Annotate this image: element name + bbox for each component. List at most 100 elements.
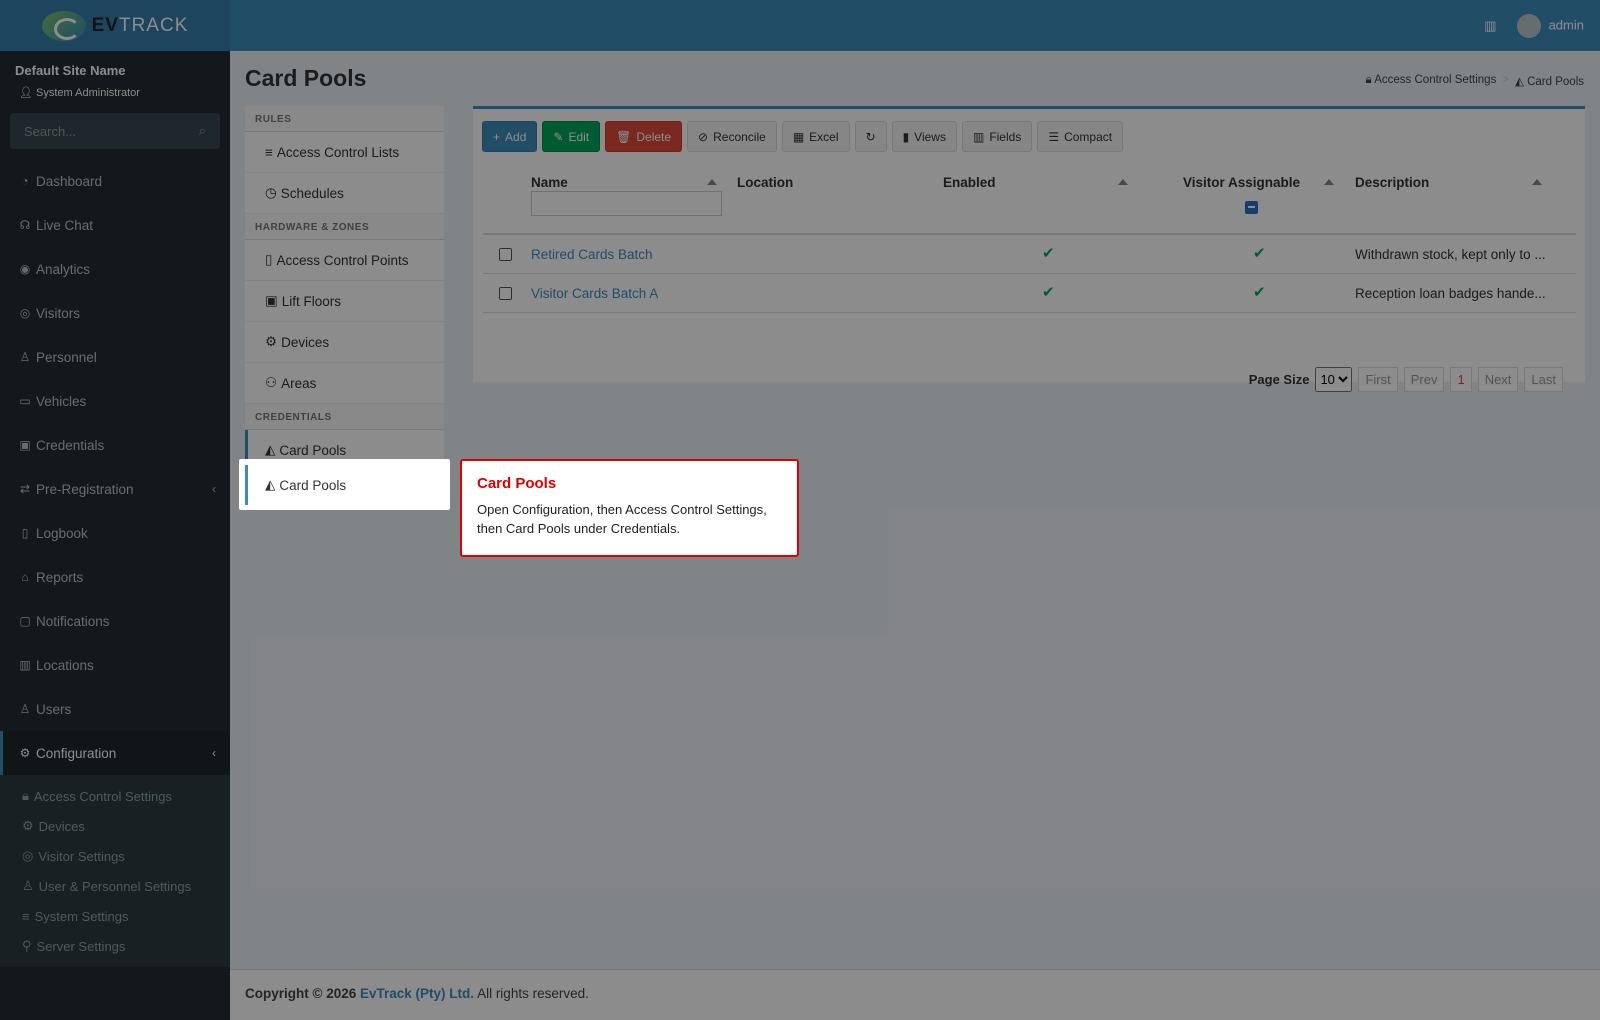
rules-item-lift-floors[interactable]: ▣ Lift Floors	[245, 281, 444, 322]
sort-icon[interactable]	[1532, 179, 1542, 185]
name-filter-input[interactable]	[531, 191, 722, 216]
column-header-description[interactable]: Description	[1355, 175, 1429, 190]
row-checkbox[interactable]	[499, 248, 512, 261]
analytics-icon: ◉	[19, 262, 31, 276]
eye-icon: ◎	[22, 848, 34, 863]
list-icon: ≡	[265, 144, 273, 160]
last-page-button[interactable]: Last	[1524, 367, 1563, 392]
table-icon: ▦	[792, 129, 805, 144]
nav-personnel[interactable]: ♙ Personnel	[0, 335, 230, 379]
reconcile-button[interactable]: ⊘ Reconcile	[687, 121, 777, 152]
breadcrumb-parent[interactable]: 🔒︎ Access Control Settings	[1366, 74, 1497, 88]
building-icon[interactable]: ▥	[1484, 18, 1496, 34]
columns-icon: ▥	[972, 129, 985, 144]
compact-button[interactable]: ☰ Compact	[1037, 121, 1124, 152]
rules-item-schedules[interactable]: ◷ Schedules	[245, 173, 444, 214]
column-header-name[interactable]: Name	[531, 175, 568, 190]
user-menu[interactable]: admin	[1516, 13, 1584, 38]
rules-item-devices[interactable]: ⚙ Devices	[245, 322, 444, 363]
excel-button[interactable]: ▦ Excel	[781, 121, 850, 152]
nav-configuration[interactable]: ⚙ Configuration ‹	[0, 731, 230, 775]
logo[interactable]: EVTRACK	[0, 0, 230, 51]
plus-icon: +	[493, 129, 501, 144]
search-icon[interactable]: ⌕	[199, 123, 206, 139]
user-gear-icon: ♙	[22, 878, 34, 893]
copyright-text: Copyright © 2026	[245, 986, 357, 1001]
lock-icon: 🔒︎	[22, 788, 29, 803]
edit-button[interactable]: ✎ Edit	[542, 121, 601, 152]
nav-notifications[interactable]: ▢ Notifications	[0, 599, 230, 643]
row-name-link[interactable]: Visitor Cards Batch A	[531, 286, 658, 301]
grid-toolbar: + Add ✎ Edit 🗑︎ Delete ⊘ Reconcile ▦ Excel ↻ …	[482, 121, 1124, 152]
row-name-link[interactable]: Retired Cards Batch	[531, 247, 653, 262]
sub-server-settings[interactable]: ⚲ Server Settings	[0, 931, 230, 961]
nav-credentials[interactable]: ▣ Credentials	[0, 423, 230, 467]
configuration-submenu: 🔒︎ Access Control Settings ⚙ Devices ◎ Visi…	[0, 775, 230, 967]
delete-button[interactable]: 🗑︎ Delete	[605, 121, 683, 152]
sort-icon[interactable]	[707, 179, 717, 185]
column-header-location[interactable]: Location	[737, 175, 793, 190]
check-icon: ✔	[1253, 245, 1266, 262]
nav-analytics[interactable]: ◉ Analytics	[0, 247, 230, 291]
sub-visitor-settings[interactable]: ◎ Visitor Settings	[0, 841, 230, 871]
sub-user-personnel-settings[interactable]: ♙ User & Personnel Settings	[0, 871, 230, 901]
section-header-credentials: CREDENTIALS	[245, 404, 444, 430]
site-name: Default Site Name	[15, 63, 126, 78]
sub-devices[interactable]: ⚙ Devices	[0, 811, 230, 841]
nav-vehicles[interactable]: ▭ Vehicles	[0, 379, 230, 423]
headset-icon: ☊	[19, 218, 31, 232]
nav-pre-registration[interactable]: ⇄ Pre-Registration ‹	[0, 467, 230, 511]
breadcrumb-separator: >	[1502, 74, 1510, 86]
highlighted-card-pools-item[interactable]: ◭ Card Pools	[245, 465, 444, 505]
door-icon: ▯	[265, 252, 273, 267]
rules-panel: RULES ≡ Access Control Lists ◷ Schedules H…	[245, 106, 444, 471]
row-description: Withdrawn stock, kept only to ...	[1355, 247, 1546, 262]
visitor-assignable-filter-checkbox[interactable]	[1245, 201, 1258, 214]
logo-mark-icon	[41, 10, 86, 41]
user-icon: 👤︎	[19, 87, 33, 99]
rules-item-areas[interactable]: ⚇ Areas	[245, 363, 444, 404]
refresh-button[interactable]: ↻	[854, 121, 887, 152]
add-button[interactable]: + Add	[482, 121, 538, 152]
tour-tooltip: Card Pools Open Configuration, then Acce…	[460, 459, 799, 557]
sidebar-search[interactable]: Search... ⌕	[10, 113, 220, 149]
card-pool-icon: ◭	[265, 477, 276, 492]
section-header-rules: RULES	[245, 106, 444, 132]
group-icon: ⚇	[265, 375, 278, 390]
column-header-visitor-assignable[interactable]: Visitor Assignable	[1183, 175, 1300, 190]
column-header-enabled[interactable]: Enabled	[943, 175, 996, 190]
nav-logbook[interactable]: ▯ Logbook	[0, 511, 230, 555]
first-page-button[interactable]: First	[1358, 367, 1398, 392]
fields-button[interactable]: ▥ Fields	[961, 121, 1033, 152]
search-input[interactable]: Search...	[24, 124, 76, 139]
views-button[interactable]: ▮ Views	[891, 121, 957, 152]
sort-icon[interactable]	[1118, 179, 1128, 185]
table-row[interactable]: Retired Cards Batch ✔ ✔ Withdrawn stock,…	[483, 235, 1576, 274]
rules-item-access-control-lists[interactable]: ≡ Access Control Lists	[245, 132, 444, 173]
page-size-select[interactable]: 10	[1315, 367, 1353, 392]
tooltip-body: Open Configuration, then Access Control …	[477, 502, 767, 536]
rules-item-access-control-points[interactable]: ▯ Access Control Points	[245, 240, 444, 281]
sort-icon[interactable]	[1324, 179, 1334, 185]
company-link[interactable]: EvTrack (Pty) Ltd.	[360, 986, 474, 1001]
nav-users[interactable]: ♙ Users	[0, 687, 230, 731]
current-page-button[interactable]: 1	[1450, 367, 1472, 392]
table-row[interactable]: Visitor Cards Batch A ✔ ✔ Reception loan…	[483, 274, 1576, 313]
trash-icon: 🗑︎	[616, 129, 632, 144]
bookmark-icon: ▮	[902, 129, 910, 144]
prev-page-button[interactable]: Prev	[1403, 367, 1445, 392]
sliders-icon: ≡	[22, 908, 30, 924]
section-header-hardware: HARDWARE & ZONES	[245, 214, 444, 240]
nav-locations[interactable]: ▥ Locations	[0, 643, 230, 687]
grid-header: Name Location Enabled Visitor Assignable…	[483, 165, 1576, 235]
sub-system-settings[interactable]: ≡ System Settings	[0, 901, 230, 931]
dashboard-icon: ◔	[21, 174, 29, 188]
nav-live-chat[interactable]: ☊ Live Chat	[0, 203, 230, 247]
sub-access-control-settings[interactable]: 🔒︎ Access Control Settings	[0, 781, 230, 811]
user-role: System Administrator	[36, 87, 140, 99]
nav-reports[interactable]: ⌂ Reports	[0, 555, 230, 599]
row-checkbox[interactable]	[499, 287, 512, 300]
nav-visitors[interactable]: ◎ Visitors	[0, 291, 230, 335]
nav-dashboard[interactable]: ◔ Dashboard	[0, 159, 230, 203]
next-page-button[interactable]: Next	[1477, 367, 1519, 392]
